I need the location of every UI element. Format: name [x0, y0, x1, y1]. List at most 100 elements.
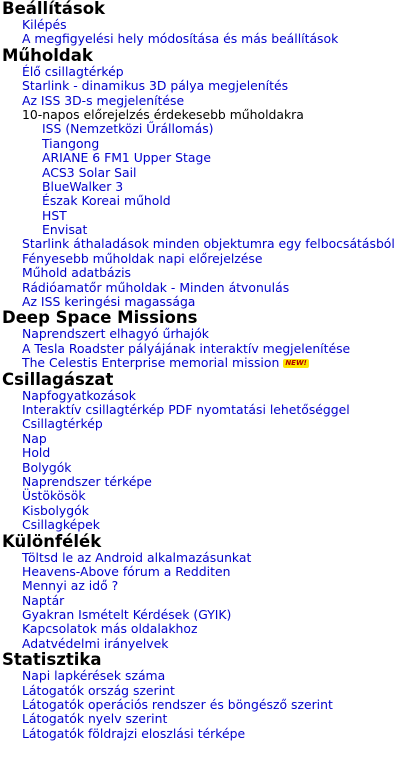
site-menu: Beállítások Kilépés A megfigyelési hely … — [2, 0, 402, 741]
satellite-acs3-link[interactable]: ACS3 Solar Sail — [42, 165, 136, 180]
starlink-3d-link[interactable]: Starlink - dinamikus 3D pálya megjelenít… — [22, 78, 288, 93]
satellite-envisat-link[interactable]: Envisat — [42, 222, 87, 237]
starlink-passes-link[interactable]: Starlink áthaladások minden objektumra e… — [22, 236, 395, 251]
constellations-link[interactable]: Csillagképek — [22, 517, 100, 532]
list-item: Naptár — [2, 593, 402, 608]
satellite-north-korea-link[interactable]: Észak Koreai műhold — [42, 193, 171, 208]
asteroids-link[interactable]: Kisbolygók — [22, 503, 89, 518]
android-app-link[interactable]: Töltsd le az Android alkalmazásunkat — [22, 550, 251, 565]
bright-satellites-link[interactable]: Fényesebb műholdak napi előrejelzése — [22, 251, 263, 266]
list-item: Nap — [2, 431, 402, 446]
list-item: Csillagtérkép — [2, 417, 402, 431]
satellite-database-link[interactable]: Műhold adatbázis — [22, 265, 131, 280]
satellite-tiangong-link[interactable]: Tiangong — [42, 136, 99, 151]
astronomy-list: Napfogyatkozások Interaktív csillagtérké… — [2, 388, 402, 533]
list-item: 10-napos előrejelzés érdekesebb műholdak… — [2, 106, 402, 122]
list-item: BlueWalker 3 — [2, 179, 402, 194]
tesla-roadster-link[interactable]: A Tesla Roadster pályájának interaktív m… — [22, 341, 350, 356]
amateur-radio-link[interactable]: Rádióamatőr műholdak - Minden átvonulás — [22, 280, 289, 295]
iss-height-link[interactable]: Az ISS keringési magassága — [22, 294, 195, 309]
list-item: Észak Koreai műhold — [2, 194, 402, 208]
visitors-by-language-link[interactable]: Látogatók nyelv szerint — [22, 711, 167, 726]
logout-link[interactable]: Kilépés — [22, 17, 67, 32]
star-chart-link[interactable]: Csillagtérkép — [22, 416, 103, 431]
list-item: ISS (Nemzetközi Űrállomás) — [2, 122, 402, 136]
list-item: Hold — [2, 445, 402, 460]
ten-day-forecast-label: 10-napos előrejelzés érdekesebb műholdak… — [22, 106, 304, 122]
eclipses-link[interactable]: Napfogyatkozások — [22, 388, 136, 403]
new-badge: NEW! — [283, 359, 309, 369]
list-item: Az ISS 3D-s megjelenítése — [2, 93, 402, 108]
spacecraft-escaping-link[interactable]: Naprendszert elhagyó űrhajók — [22, 326, 209, 341]
sun-link[interactable]: Nap — [22, 431, 47, 446]
list-item: Látogatók nyelv szerint — [2, 712, 402, 726]
section-heading-settings: Beállítások — [2, 0, 106, 18]
section-heading-statistics: Statisztika — [2, 650, 102, 670]
list-item: Starlink - dinamikus 3D pálya megjelenít… — [2, 78, 402, 93]
list-item: Heavens-Above fórum a Redditen — [2, 564, 402, 579]
live-skychart-link[interactable]: Élő csillagtérkép — [22, 64, 124, 79]
list-item: Napi lapkérések száma — [2, 669, 402, 683]
celestis-mission-link[interactable]: The Celestis Enterprise memorial mission — [22, 355, 279, 370]
planets-link[interactable]: Bolygók — [22, 460, 71, 475]
interactive-chart-pdf-link[interactable]: Interaktív csillagtérkép PDF nyomtatási … — [22, 402, 350, 417]
privacy-policy-link[interactable]: Adatvédelmi irányelvek — [22, 636, 168, 651]
misc-list: Töltsd le az Android alkalmazásunkat Hea… — [2, 550, 402, 652]
list-item: Napfogyatkozások — [2, 388, 402, 403]
daily-requests-link[interactable]: Napi lapkérések száma — [22, 668, 165, 683]
list-item: Csillagképek — [2, 517, 402, 532]
list-item: Műhold adatbázis — [2, 266, 402, 280]
list-item: ARIANE 6 FM1 Upper Stage — [2, 150, 402, 165]
list-item: Üstökösök — [2, 489, 402, 503]
satellite-hst-link[interactable]: HST — [42, 208, 67, 223]
list-item: Adatvédelmi irányelvek — [2, 636, 402, 651]
iss-3d-link[interactable]: Az ISS 3D-s megjelenítése — [22, 93, 184, 108]
faq-link[interactable]: Gyakran Ismételt Kérdések (GYIK) — [22, 607, 231, 622]
list-item: Gyakran Ismételt Kérdések (GYIK) — [2, 607, 402, 622]
list-item: Töltsd le az Android alkalmazásunkat — [2, 550, 402, 565]
list-item: Starlink áthaladások minden objektumra e… — [2, 237, 402, 251]
other-sites-link[interactable]: Kapcsolatok más oldalakhoz — [22, 621, 198, 636]
satellite-iss-link[interactable]: ISS (Nemzetközi Űrállomás) — [42, 121, 213, 136]
list-item: Fényesebb műholdak napi előrejelzése — [2, 251, 402, 266]
solar-system-map-link[interactable]: Naprendszer térképe — [22, 474, 152, 489]
settings-list: Kilépés A megfigyelési hely módosítása é… — [2, 17, 402, 47]
change-location-link[interactable]: A megfigyelési hely módosítása és más be… — [22, 31, 338, 46]
list-item: Látogatók ország szerint — [2, 683, 402, 698]
list-item: Élő csillagtérkép — [2, 64, 402, 79]
list-item: Látogatók földrajzi eloszlási térképe — [2, 726, 402, 741]
visitors-by-os-browser-link[interactable]: Látogatók operációs rendszer és böngésző… — [22, 697, 333, 712]
list-item: Envisat — [2, 222, 402, 237]
satellites-list: Élő csillagtérkép Starlink - dinamikus 3… — [2, 64, 402, 310]
list-item: Kisbolygók — [2, 503, 402, 518]
calendar-link[interactable]: Naptár — [22, 593, 64, 608]
section-heading-satellites: Műholdak — [2, 45, 93, 65]
satellite-bluewalker-link[interactable]: BlueWalker 3 — [42, 179, 123, 194]
satellite-ariane-link[interactable]: ARIANE 6 FM1 Upper Stage — [42, 150, 211, 165]
list-item: Interaktív csillagtérkép PDF nyomtatási … — [2, 402, 402, 417]
what-time-link[interactable]: Mennyi az idő ? — [22, 578, 118, 593]
list-item: HST — [2, 208, 402, 223]
section-heading-astronomy: Csillagászat — [2, 369, 114, 389]
list-item: Látogatók operációs rendszer és böngésző… — [2, 697, 402, 712]
comets-link[interactable]: Üstökösök — [22, 488, 86, 503]
list-item: A Tesla Roadster pályájának interaktív m… — [2, 341, 402, 356]
list-item: Rádióamatőr műholdak - Minden átvonulás — [2, 280, 402, 295]
list-item: Tiangong — [2, 136, 402, 151]
list-item: Az ISS keringési magassága — [2, 294, 402, 309]
list-item: The Celestis Enterprise memorial mission… — [2, 356, 402, 370]
deep-space-list: Naprendszert elhagyó űrhajók A Tesla Roa… — [2, 327, 402, 370]
list-item: Bolygók — [2, 460, 402, 475]
statistics-list: Napi lapkérések száma Látogatók ország s… — [2, 669, 402, 741]
moon-link[interactable]: Hold — [22, 445, 50, 460]
visitors-by-country-link[interactable]: Látogatók ország szerint — [22, 683, 175, 698]
visitor-map-link[interactable]: Látogatók földrajzi eloszlási térképe — [22, 726, 245, 741]
list-item: Kapcsolatok más oldalakhoz — [2, 622, 402, 636]
list-item: Kilépés — [2, 17, 402, 32]
list-item: Naprendszert elhagyó űrhajók — [2, 327, 402, 341]
list-item: A megfigyelési hely módosítása és más be… — [2, 32, 402, 46]
section-heading-misc: Különfélék — [2, 531, 102, 551]
section-heading-deep-space: Deep Space Missions — [2, 308, 198, 328]
reddit-forum-link[interactable]: Heavens-Above fórum a Redditen — [22, 564, 230, 579]
list-item: ACS3 Solar Sail — [2, 165, 402, 180]
